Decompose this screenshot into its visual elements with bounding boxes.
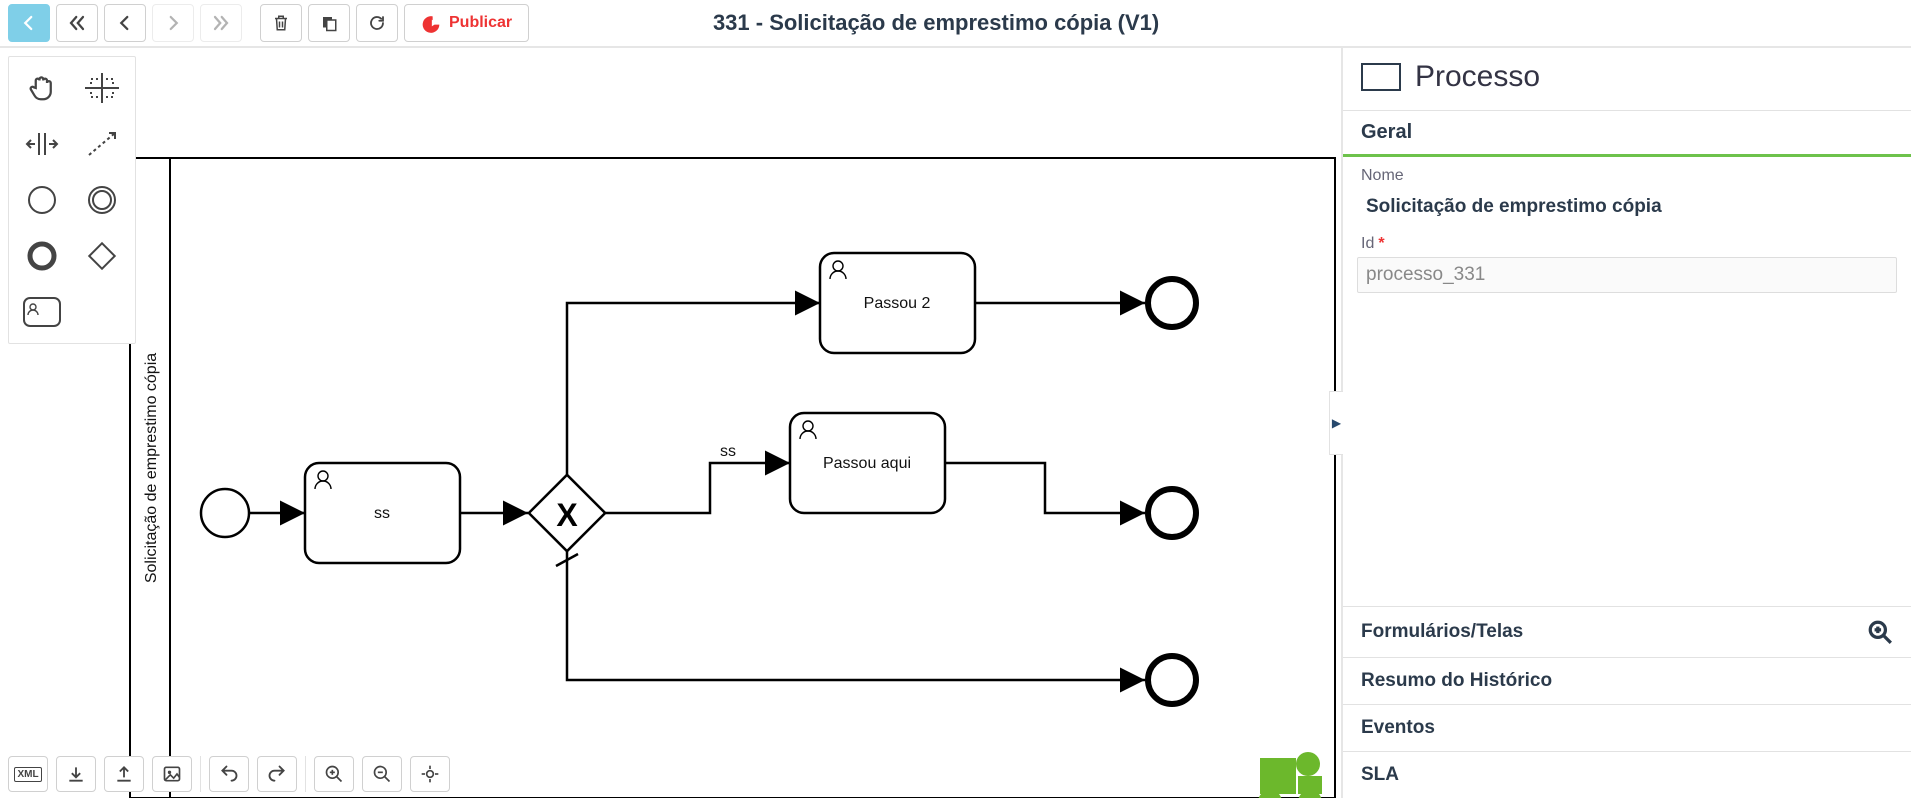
task-passou-2[interactable]: Passou 2 (820, 253, 975, 353)
start-event[interactable] (201, 489, 249, 537)
accordion-events[interactable]: Eventos (1343, 704, 1911, 751)
properties-panel: ▶ Processo Geral Nome Solicitação de emp… (1341, 48, 1911, 798)
zoom-out-button[interactable] (362, 756, 402, 792)
redo-button[interactable] (257, 756, 297, 792)
tool-global-connect[interactable] (75, 119, 129, 169)
nav-prev-button[interactable] (104, 4, 146, 42)
gateway-x-icon: X (556, 497, 578, 533)
tool-space-horizontal[interactable] (15, 119, 69, 169)
bpmn-diagram[interactable]: Solicitação de emprestimo cópia ss (0, 48, 1341, 798)
accordion-forms[interactable]: Formulários/Telas (1343, 606, 1911, 657)
refresh-button[interactable] (356, 4, 398, 42)
undo-button[interactable] (209, 756, 249, 792)
tool-hand[interactable] (15, 63, 69, 113)
tool-intermediate-event[interactable] (75, 175, 129, 225)
page-title: 331 - Solicitação de emprestimo cópia (V… (535, 10, 1337, 36)
task-passou-aqui-label: Passou aqui (823, 455, 911, 472)
zoom-in-button[interactable] (314, 756, 354, 792)
lane-label: Solicitação de emprestimo cópia (143, 353, 160, 583)
tool-end-event[interactable] (15, 231, 69, 281)
end-event-1[interactable] (1148, 279, 1196, 327)
top-toolbar: Publicar 331 - Solicitação de emprestimo… (0, 0, 1911, 48)
tool-palette (8, 56, 136, 344)
import-button[interactable] (56, 756, 96, 792)
task-passou-aqui[interactable]: Passou aqui (790, 413, 945, 513)
end-event-2[interactable] (1148, 489, 1196, 537)
flow-default-label: ss (720, 443, 736, 460)
delete-button[interactable] (260, 4, 302, 42)
name-label: Nome (1343, 157, 1911, 189)
bottom-toolbar: XML (8, 756, 450, 792)
tool-user-task[interactable] (15, 287, 69, 337)
panel-collapse-handle[interactable]: ▶ (1329, 391, 1343, 455)
accordion-history[interactable]: Resumo do Histórico (1343, 657, 1911, 704)
task-ss-label: ss (374, 505, 390, 522)
logo-watermark-icon (1258, 752, 1322, 798)
tool-empty (75, 287, 129, 337)
copy-button[interactable] (308, 4, 350, 42)
process-icon (1361, 63, 1401, 91)
magnify-plus-icon (1867, 619, 1893, 645)
xml-button[interactable]: XML (8, 756, 48, 792)
tool-gateway[interactable] (75, 231, 129, 281)
export-button[interactable] (104, 756, 144, 792)
nav-next-button[interactable] (152, 4, 194, 42)
publish-label: Publicar (449, 14, 512, 32)
panel-title: Processo (1415, 60, 1540, 94)
section-general[interactable]: Geral (1343, 111, 1911, 157)
image-button[interactable] (152, 756, 192, 792)
id-label: Id* (1343, 225, 1911, 257)
tool-lasso[interactable] (75, 63, 129, 113)
task-passou-2-label: Passou 2 (864, 295, 931, 312)
nav-first-button[interactable] (56, 4, 98, 42)
required-star-icon: * (1378, 235, 1384, 252)
zoom-fit-button[interactable] (410, 756, 450, 792)
end-event-3[interactable] (1148, 656, 1196, 704)
publish-button[interactable]: Publicar (404, 4, 529, 42)
name-field[interactable]: Solicitação de emprestimo cópia (1357, 189, 1897, 225)
canvas-area[interactable]: XML (0, 48, 1341, 798)
tool-start-event[interactable] (15, 175, 69, 225)
nav-last-button[interactable] (200, 4, 242, 42)
id-field[interactable]: processo_331 (1357, 257, 1897, 293)
accordion-sla[interactable]: SLA (1343, 751, 1911, 798)
task-ss[interactable]: ss (305, 463, 460, 563)
back-button[interactable] (8, 4, 50, 42)
